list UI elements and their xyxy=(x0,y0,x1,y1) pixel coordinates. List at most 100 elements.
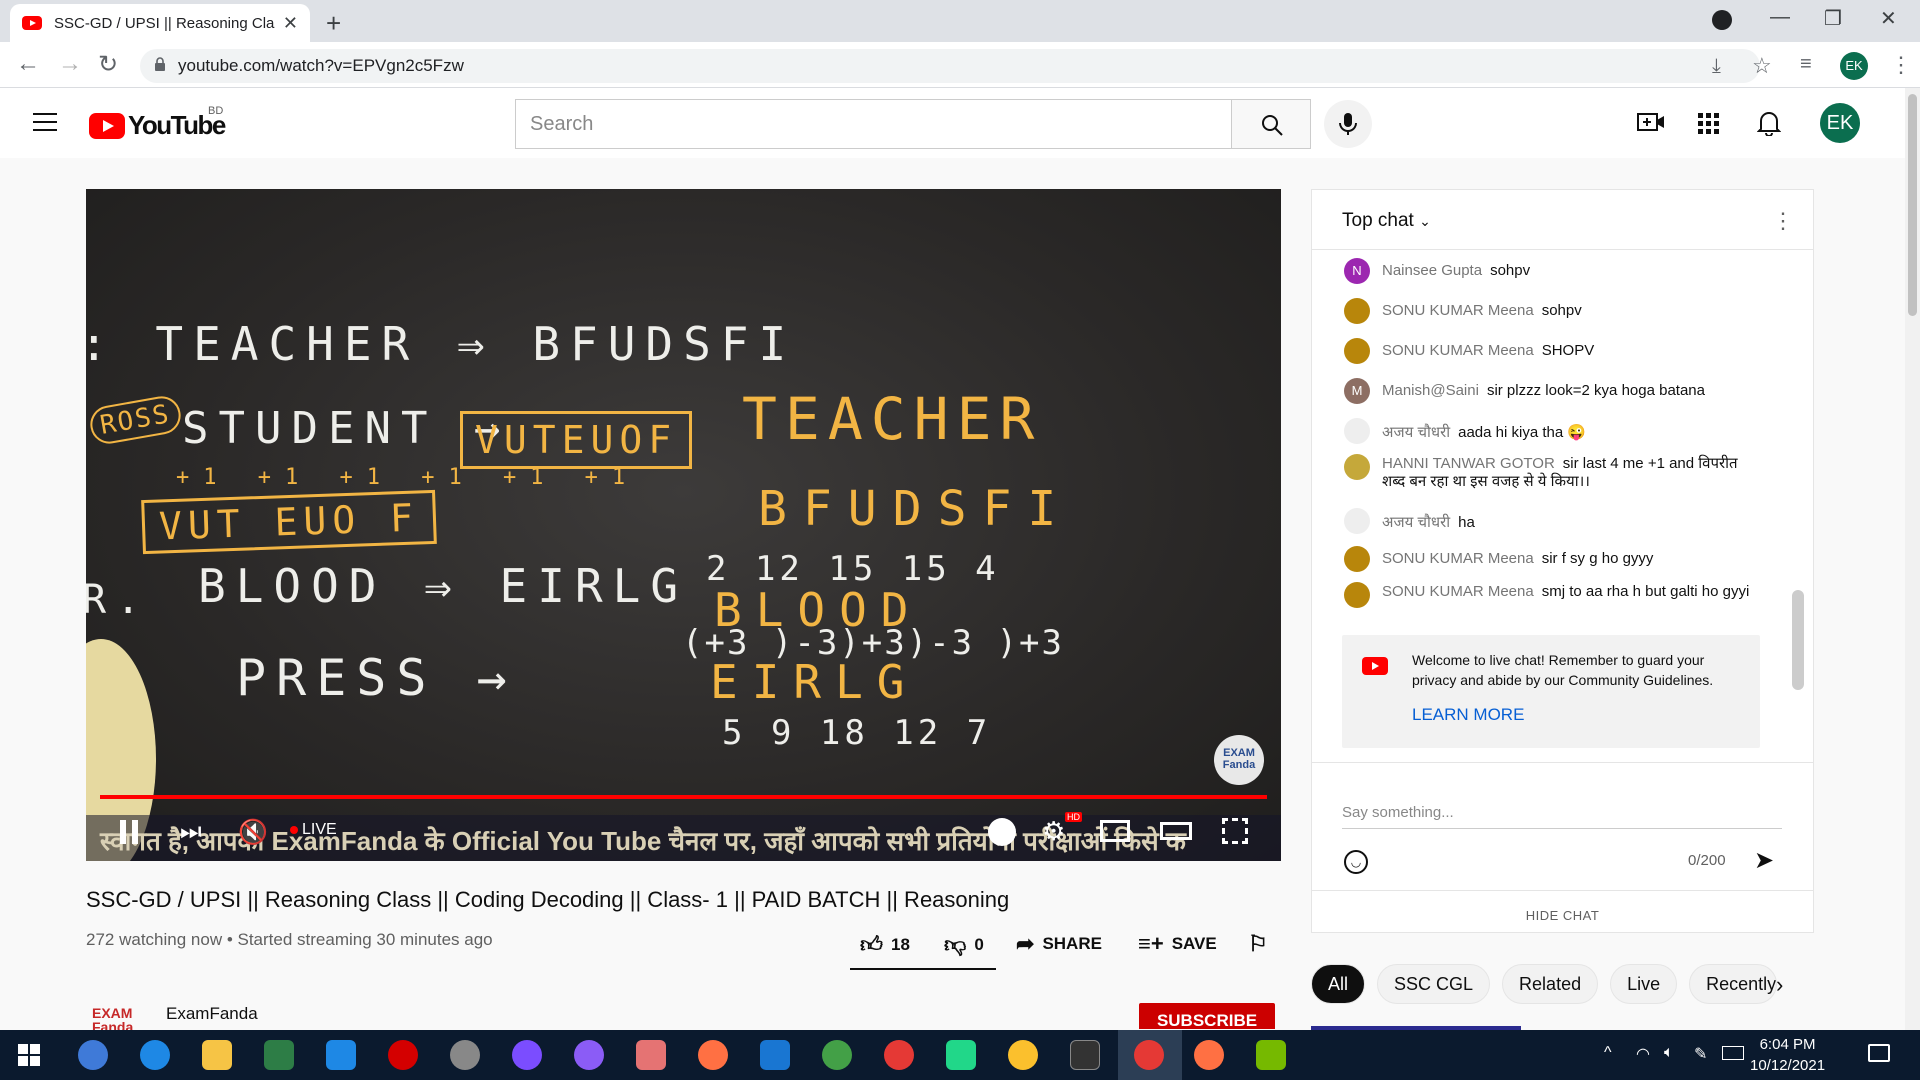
notifications-bell-icon[interactable] xyxy=(1757,110,1781,136)
pause-icon[interactable] xyxy=(120,820,138,844)
firefox-icon[interactable] xyxy=(698,1040,728,1070)
chat-author[interactable]: SONU KUMAR Meena xyxy=(1382,550,1534,567)
minimize-button[interactable]: — xyxy=(1770,6,1790,29)
terminal-icon[interactable] xyxy=(1070,1040,1100,1070)
report-flag-icon[interactable]: ⚐ xyxy=(1248,931,1268,957)
chat-mode-dropdown[interactable]: Top chat ⌄ xyxy=(1342,210,1431,232)
postman-icon[interactable] xyxy=(1194,1040,1224,1070)
keyboard-icon[interactable] xyxy=(1722,1046,1744,1060)
chat-author[interactable]: SONU KUMAR Meena xyxy=(1382,583,1534,600)
chip-live[interactable]: Live xyxy=(1610,964,1678,1004)
chips-next-icon[interactable]: › xyxy=(1776,972,1783,998)
github-icon[interactable] xyxy=(574,1040,604,1070)
search-button[interactable] xyxy=(1231,99,1311,149)
chat-message-input[interactable]: Say something... xyxy=(1342,804,1782,829)
reading-list-icon[interactable]: ≡ xyxy=(1800,53,1812,76)
chrome-icon[interactable] xyxy=(1008,1040,1038,1070)
hide-chat-button[interactable]: HIDE CHAT xyxy=(1312,908,1813,923)
chat-author[interactable]: अजय चौधरी xyxy=(1382,424,1450,441)
chip-all[interactable]: All xyxy=(1311,964,1366,1004)
windows-start-icon[interactable] xyxy=(18,1044,40,1066)
chrome-profile-icon[interactable] xyxy=(884,1040,914,1070)
paint-icon[interactable] xyxy=(636,1040,666,1070)
mail-icon[interactable] xyxy=(326,1040,356,1070)
close-window-button[interactable]: ✕ xyxy=(1880,6,1897,31)
emoji-icon[interactable]: ◡ xyxy=(1344,850,1368,874)
save-button[interactable]: ≡+ SAVE xyxy=(1138,931,1217,957)
page-scrollbar-thumb[interactable] xyxy=(1908,94,1917,316)
messenger-icon[interactable] xyxy=(512,1040,542,1070)
chat-scrollbar[interactable] xyxy=(1792,590,1804,690)
live-indicator[interactable]: LIVE xyxy=(290,821,337,839)
browser-tab[interactable]: SSC-GD / UPSI || Reasoning Class || Codi… xyxy=(10,4,310,42)
search-input[interactable]: Search xyxy=(515,99,1232,149)
nvidia-icon[interactable] xyxy=(1256,1040,1286,1070)
chip-recently[interactable]: Recently xyxy=(1689,964,1778,1004)
wifi-icon[interactable]: ◠ xyxy=(1636,1044,1650,1064)
vscode-icon[interactable] xyxy=(760,1040,790,1070)
chat-input-placeholder: Say something... xyxy=(1342,804,1454,821)
tray-chevron-icon[interactable]: ^ xyxy=(1604,1044,1612,1062)
close-tab-icon[interactable]: ✕ xyxy=(283,13,298,34)
notification-center-icon[interactable] xyxy=(1868,1044,1890,1062)
subscribe-button[interactable]: SUBSCRIBE xyxy=(1139,1003,1275,1029)
chat-author[interactable]: अजय चौधरी xyxy=(1382,514,1450,531)
page-scrollbar[interactable] xyxy=(1905,88,1920,1030)
browser-menu-icon[interactable]: ⋮ xyxy=(1890,52,1912,78)
file-explorer-icon[interactable] xyxy=(202,1040,232,1070)
forward-icon[interactable]: → xyxy=(58,50,82,78)
send-icon[interactable]: ➤ xyxy=(1754,846,1774,875)
chat-welcome-banner: Welcome to live chat! Remember to guard … xyxy=(1342,635,1760,748)
back-icon[interactable]: ← xyxy=(16,50,40,78)
miniplayer-icon[interactable] xyxy=(1100,820,1130,842)
fullscreen-icon[interactable] xyxy=(1222,818,1248,844)
edge-icon[interactable] xyxy=(140,1040,170,1070)
share-button[interactable]: ➦ SHARE xyxy=(1016,931,1102,957)
voice-search-button[interactable] xyxy=(1324,100,1372,148)
edge-dev-icon[interactable] xyxy=(822,1040,852,1070)
taskbar-tool-icon[interactable] xyxy=(450,1040,480,1070)
settings-gear-icon[interactable]: ⚙ xyxy=(1042,816,1065,847)
chrome-active-icon[interactable] xyxy=(1134,1040,1164,1070)
url-input[interactable]: youtube.com/watch?v=EPVgn2c5Fzw xyxy=(140,49,1760,83)
video-player[interactable]: : TEACHER ⇒ BFUDSFI ROSS STUDENT → VUTEU… xyxy=(86,189,1281,861)
create-video-icon[interactable] xyxy=(1637,111,1665,135)
chat-author[interactable]: Nainsee Gupta xyxy=(1382,262,1482,279)
apps-grid-icon[interactable] xyxy=(1698,113,1720,135)
chip-related[interactable]: Related xyxy=(1502,964,1599,1004)
volume-icon[interactable]: 🔈︎ xyxy=(1664,1044,1674,1062)
taskbar-app-icon[interactable] xyxy=(78,1040,108,1070)
reload-icon[interactable]: ↻ xyxy=(98,50,118,79)
mute-icon[interactable]: 🔇 xyxy=(238,818,268,847)
browser-profile-avatar[interactable]: EK xyxy=(1840,52,1868,80)
opera-icon[interactable] xyxy=(388,1040,418,1070)
channel-name[interactable]: ExamFanda xyxy=(166,1004,258,1024)
theater-mode-icon[interactable] xyxy=(1160,822,1192,840)
store-icon[interactable] xyxy=(264,1040,294,1070)
video-progress-bar[interactable] xyxy=(100,795,1267,799)
maximize-button[interactable]: ❐ xyxy=(1824,6,1842,31)
install-icon[interactable]: ⤓ xyxy=(1712,55,1721,78)
bookmark-star-icon[interactable]: ☆ xyxy=(1752,53,1772,79)
chat-author[interactable]: SONU KUMAR Meena xyxy=(1382,302,1534,319)
learn-more-link[interactable]: LEARN MORE xyxy=(1412,705,1524,725)
chip-ssc-cgl[interactable]: SSC CGL xyxy=(1377,964,1491,1004)
hamburger-menu-icon[interactable] xyxy=(33,113,57,131)
youtube-logo[interactable]: YouTube xyxy=(89,110,226,141)
next-icon[interactable]: ⏭ xyxy=(180,818,202,846)
chat-text: sohpv xyxy=(1490,262,1531,279)
chat-author[interactable]: HANNI TANWAR GOTOR xyxy=(1382,455,1555,472)
new-tab-button[interactable]: + xyxy=(326,8,341,39)
autoplay-toggle-icon[interactable] xyxy=(988,818,1016,846)
like-button[interactable]: 👍︎ 18 xyxy=(860,931,910,958)
chat-author[interactable]: Manish@Saini xyxy=(1382,382,1479,399)
account-avatar[interactable]: EK xyxy=(1820,103,1860,143)
dislike-button[interactable]: 👎︎ 0 xyxy=(944,931,984,958)
pycharm-icon[interactable] xyxy=(946,1040,976,1070)
taskbar-clock[interactable]: 6:04 PM 10/12/2021 xyxy=(1750,1034,1825,1076)
chat-author[interactable]: SONU KUMAR Meena xyxy=(1382,342,1534,359)
chat-more-options-icon[interactable]: ⋮ xyxy=(1772,208,1794,234)
channel-logo[interactable]: EXAM Fanda xyxy=(92,1006,144,1030)
profile-menu-icon[interactable] xyxy=(1712,10,1732,30)
pen-icon[interactable]: ✎ xyxy=(1694,1044,1707,1064)
